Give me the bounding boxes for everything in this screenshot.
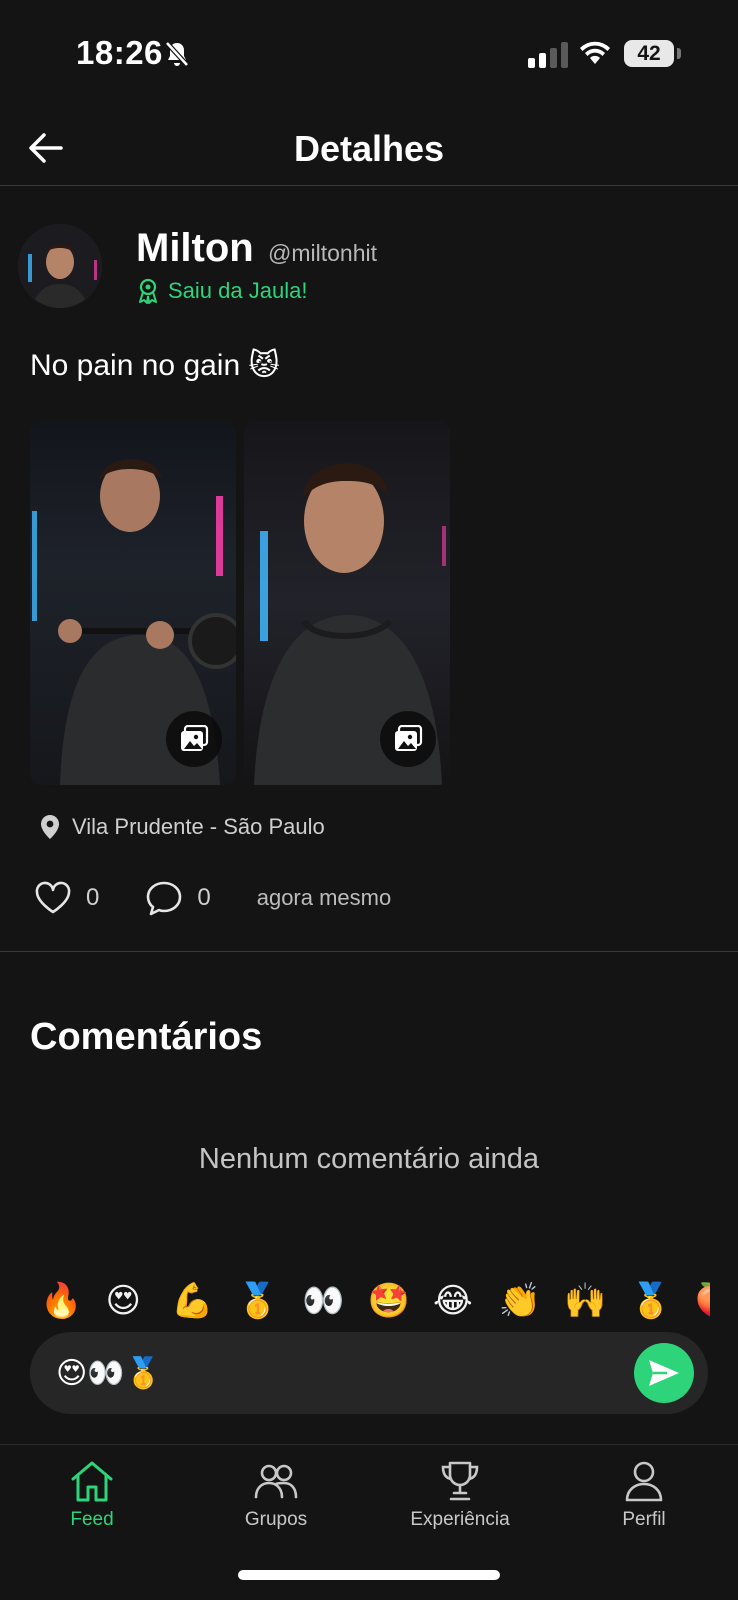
signal-icon bbox=[528, 42, 568, 68]
like-count: 0 bbox=[86, 884, 100, 911]
image-gallery-icon[interactable] bbox=[380, 711, 436, 767]
comment-composer bbox=[30, 1332, 708, 1414]
image-gallery-icon[interactable] bbox=[166, 711, 222, 767]
emoji-option[interactable]: 👀 bbox=[302, 1276, 368, 1326]
bell-slash-icon bbox=[164, 40, 190, 73]
comment-input[interactable] bbox=[56, 1332, 616, 1414]
user-icon bbox=[625, 1461, 663, 1502]
emoji-option[interactable]: 🙌 bbox=[564, 1276, 630, 1326]
emoji-option[interactable]: 👏 bbox=[499, 1276, 565, 1326]
battery-tip bbox=[677, 48, 681, 59]
emoji-option[interactable]: 🥇 bbox=[630, 1276, 696, 1326]
emoji-option[interactable]: 🤩 bbox=[368, 1276, 434, 1326]
battery-icon: 42 bbox=[624, 40, 674, 67]
post-text: No pain no gain 😾 bbox=[30, 349, 280, 382]
badge-label: Saiu da Jaula! bbox=[168, 278, 308, 303]
user-name[interactable]: Milton bbox=[136, 226, 254, 271]
nav-item-profile[interactable]: Perfil bbox=[552, 1459, 736, 1531]
post-location[interactable]: Vila Prudente - São Paulo bbox=[40, 814, 325, 840]
empty-comments-text: Nenhum comentário ainda bbox=[198, 1143, 540, 1175]
send-button[interactable] bbox=[634, 1343, 694, 1403]
nav-item-groups[interactable]: Grupos bbox=[184, 1459, 368, 1531]
nav-label: Grupos bbox=[244, 1509, 308, 1530]
emoji-option[interactable]: 🍑 bbox=[695, 1276, 710, 1326]
location-label: Vila Prudente - São Paulo bbox=[72, 814, 325, 839]
award-ribbon-icon bbox=[139, 278, 157, 304]
post-photo[interactable] bbox=[30, 421, 236, 785]
heart-icon bbox=[35, 881, 71, 914]
emoji-option[interactable]: 💪 bbox=[171, 1276, 237, 1326]
status-time: 18:26 bbox=[76, 34, 163, 71]
send-icon bbox=[649, 1360, 679, 1386]
avatar[interactable] bbox=[18, 224, 102, 308]
nav-item-experience[interactable]: Experiência bbox=[368, 1459, 552, 1531]
trophy-icon bbox=[441, 1461, 479, 1501]
speech-bubble-icon bbox=[147, 881, 182, 916]
comments-title: Comentários bbox=[30, 1016, 263, 1058]
comment-button[interactable]: 0 bbox=[145, 880, 211, 916]
nav-item-feed[interactable]: Feed bbox=[0, 1459, 184, 1531]
comment-count: 0 bbox=[197, 884, 211, 911]
status-bar: 18:26 42 bbox=[0, 0, 738, 100]
post-photo[interactable] bbox=[244, 421, 450, 785]
map-pin-icon bbox=[41, 815, 59, 839]
emoji-option[interactable]: 😂 bbox=[433, 1276, 499, 1326]
emoji-option[interactable]: 🔥 bbox=[40, 1276, 106, 1326]
nav-label: Perfil bbox=[622, 1509, 666, 1530]
home-icon bbox=[71, 1461, 113, 1502]
wifi-icon bbox=[578, 40, 612, 71]
post-actions: 0 0 agora mesmo bbox=[34, 878, 391, 918]
page-title: Detalhes bbox=[293, 128, 445, 169]
home-indicator[interactable] bbox=[238, 1570, 500, 1580]
post-timestamp: agora mesmo bbox=[256, 885, 392, 910]
user-handle[interactable]: @miltonhit bbox=[268, 240, 377, 267]
top-header: Detalhes bbox=[0, 110, 738, 186]
section-divider bbox=[0, 951, 738, 952]
status-badge: Saiu da Jaula! bbox=[136, 278, 307, 304]
users-icon bbox=[254, 1464, 298, 1499]
like-button[interactable]: 0 bbox=[34, 881, 99, 915]
emoji-option[interactable]: 🥇 bbox=[237, 1276, 303, 1326]
emoji-picker: 🔥😍💪🥇👀🤩😂👏🙌🥇🍑 bbox=[40, 1276, 710, 1326]
emoji-option[interactable]: 😍 bbox=[106, 1276, 172, 1326]
nav-label: Feed bbox=[70, 1509, 114, 1530]
nav-label: Experiência bbox=[410, 1509, 510, 1530]
post-details-screen: 18:26 42 Detalhes Milton @miltonhit Saiu… bbox=[0, 0, 738, 1600]
